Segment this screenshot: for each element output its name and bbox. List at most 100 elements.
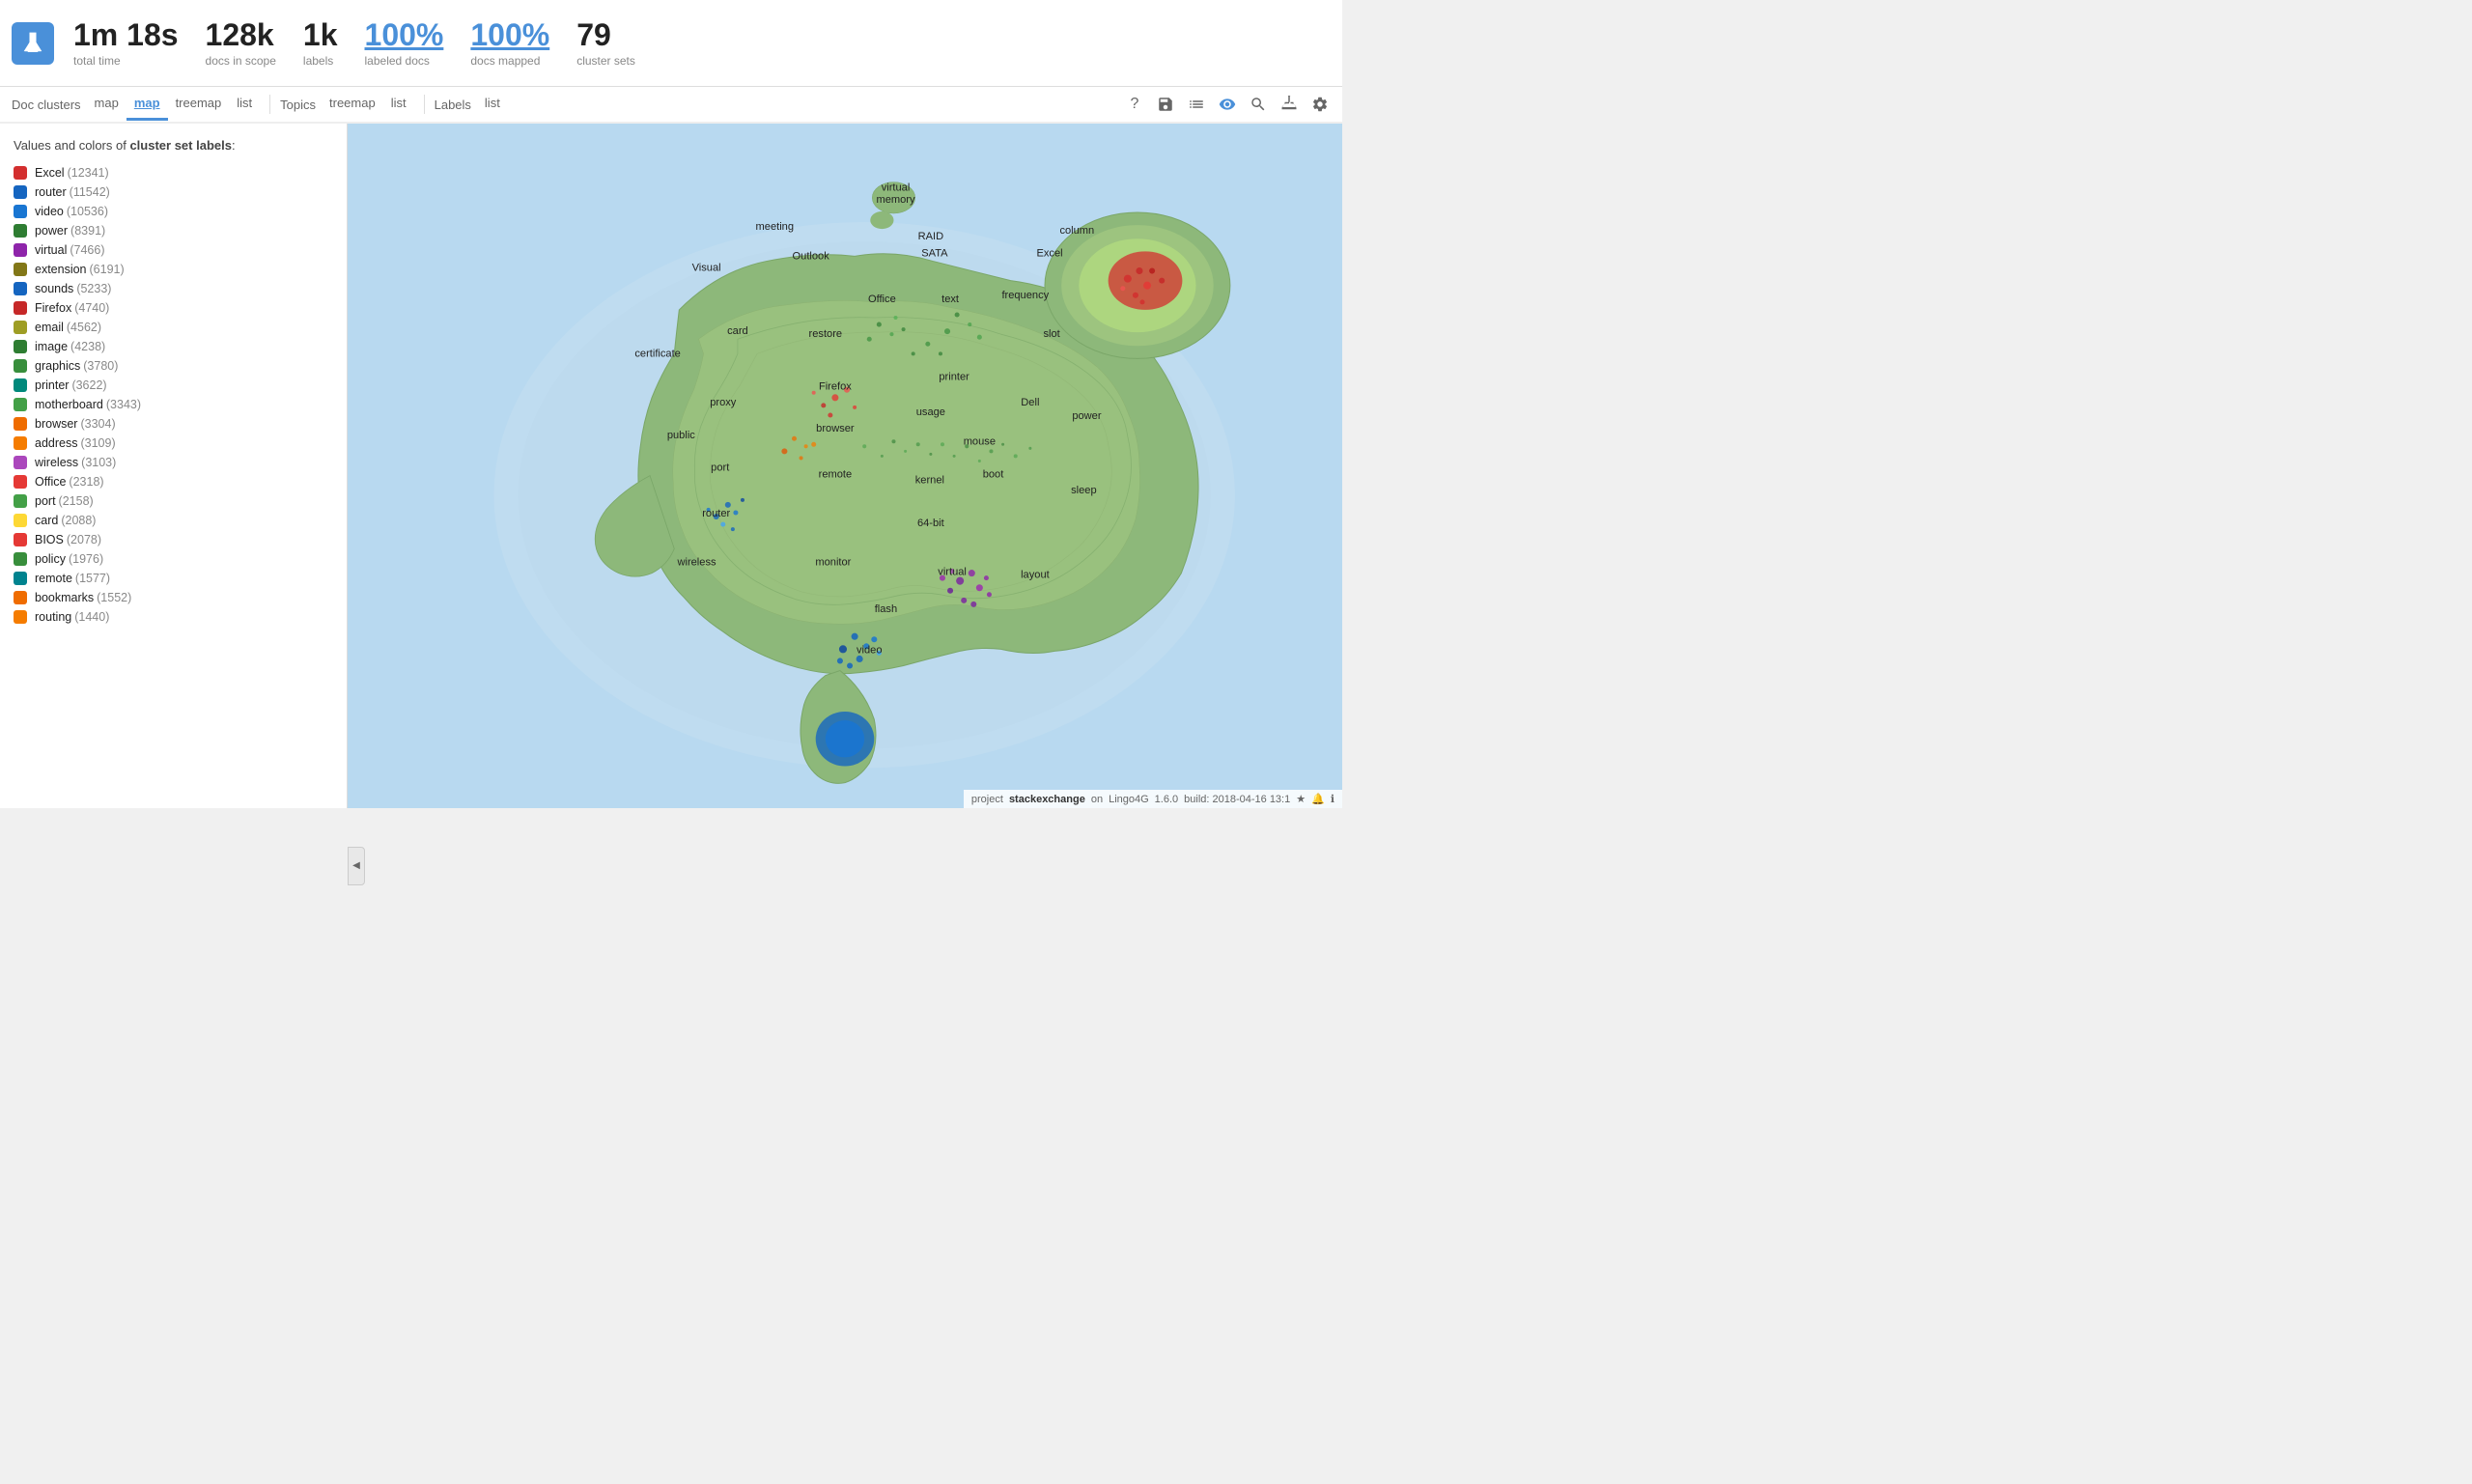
legend-item[interactable]: printer (3622): [14, 378, 337, 392]
map-area[interactable]: virtual memory meeting Outlook RAID SATA…: [348, 124, 1342, 808]
legend-item-count: (1440): [74, 610, 109, 624]
legend-item[interactable]: power (8391): [14, 224, 337, 238]
label-meeting: meeting: [756, 221, 794, 233]
legend-item[interactable]: card (2088): [14, 514, 337, 527]
label-card: card: [727, 325, 748, 337]
legend-item[interactable]: port (2158): [14, 494, 337, 508]
hand-icon[interactable]: [1278, 94, 1300, 115]
info-icon[interactable]: ℹ: [1331, 793, 1334, 805]
save-icon[interactable]: [1155, 94, 1176, 115]
tab-map-active[interactable]: map: [126, 88, 168, 121]
legend-item-name: card: [35, 514, 58, 527]
legend-item[interactable]: sounds (5233): [14, 282, 337, 295]
legend-item[interactable]: video (10536): [14, 205, 337, 218]
legend-item[interactable]: bookmarks (1552): [14, 591, 337, 604]
legend-item[interactable]: remote (1577): [14, 572, 337, 585]
legend-item-count: (10536): [67, 205, 108, 218]
stat-value: 128k: [206, 18, 274, 52]
legend-color-swatch: [14, 263, 27, 276]
toolbar: Doc clusters map map treemap list Topics…: [0, 87, 1342, 124]
status-bar: project stackexchange on Lingo4G 1.6.0 b…: [964, 790, 1342, 808]
label-router: router: [702, 508, 730, 519]
legend-item-count: (3103): [81, 456, 116, 469]
label-certificate: certificate: [634, 348, 680, 359]
legend-item-count: (8391): [70, 224, 105, 238]
stat-value: 1m 18s: [73, 18, 179, 52]
star-icon[interactable]: ★: [1296, 793, 1306, 805]
legend-item-name: Firefox: [35, 301, 71, 315]
stat-value: 100%: [365, 18, 444, 52]
sidebar-collapse-button[interactable]: ◀: [348, 847, 365, 885]
legend-item[interactable]: email (4562): [14, 321, 337, 334]
legend-item[interactable]: wireless (3103): [14, 456, 337, 469]
legend-item[interactable]: BIOS (2078): [14, 533, 337, 546]
legend-item-name: router: [35, 185, 67, 199]
settings-icon[interactable]: [1309, 94, 1331, 115]
label-port: port: [711, 462, 729, 474]
legend-color-swatch: [14, 378, 27, 392]
legend-item[interactable]: routing (1440): [14, 610, 337, 624]
stat-label: docs in scope: [206, 54, 276, 68]
stat-value: 1k: [303, 18, 338, 52]
legend-item[interactable]: extension (6191): [14, 263, 337, 276]
legend-item[interactable]: Office (2318): [14, 475, 337, 489]
bell-icon[interactable]: 🔔: [1311, 793, 1325, 805]
legend-item[interactable]: address (3109): [14, 436, 337, 450]
project-name: stackexchange: [1009, 794, 1085, 805]
legend-item[interactable]: motherboard (3343): [14, 398, 337, 411]
legend-item-name: browser: [35, 417, 77, 431]
label-layout: layout: [1021, 570, 1050, 581]
legend-item[interactable]: policy (1976): [14, 552, 337, 566]
label-text: text: [941, 294, 959, 305]
legend-item-count: (1976): [69, 552, 103, 566]
label-frequency: frequency: [1001, 290, 1049, 301]
legend-item-name: BIOS: [35, 533, 64, 546]
stat-value: 79: [576, 18, 611, 52]
label-virtual-memory2: memory: [876, 194, 915, 206]
tab-list-labels[interactable]: list: [477, 88, 508, 121]
label-power: power: [1072, 410, 1102, 422]
legend-color-swatch: [14, 533, 27, 546]
legend-color-swatch: [14, 205, 27, 218]
legend-item-count: (2318): [69, 475, 103, 489]
tab-list-topics[interactable]: list: [383, 88, 414, 121]
legend-color-swatch: [14, 610, 27, 624]
legend-item-count: (7466): [70, 243, 104, 257]
legend-item-name: printer: [35, 378, 69, 392]
list-view-icon[interactable]: [1186, 94, 1207, 115]
legend-item[interactable]: router (11542): [14, 185, 337, 199]
legend-item-count: (4238): [70, 340, 105, 353]
legend-item[interactable]: image (4238): [14, 340, 337, 353]
project-label: project: [971, 794, 1003, 805]
search-toolbar-icon[interactable]: [1248, 94, 1269, 115]
label-virtual-memory: virtual: [882, 182, 911, 194]
tab-map[interactable]: map: [87, 88, 126, 121]
help-icon[interactable]: ?: [1124, 94, 1145, 115]
map-visualization[interactable]: virtual memory meeting Outlook RAID SATA…: [348, 124, 1342, 808]
toolbar-right: ?: [1124, 94, 1331, 115]
legend-item[interactable]: Excel (12341): [14, 166, 337, 180]
label-kernel: kernel: [915, 475, 944, 487]
legend-color-swatch: [14, 494, 27, 508]
app-version: 1.6.0: [1155, 794, 1178, 805]
legend-color-swatch: [14, 456, 27, 469]
tab-list-doc[interactable]: list: [229, 88, 260, 121]
on-label: on: [1091, 794, 1103, 805]
legend-item[interactable]: virtual (7466): [14, 243, 337, 257]
sidebar[interactable]: Values and colors of cluster set labels:…: [0, 124, 348, 808]
legend-color-swatch: [14, 321, 27, 334]
tab-treemap-doc[interactable]: treemap: [168, 88, 230, 121]
label-remote: remote: [819, 469, 853, 481]
label-browser: browser: [816, 423, 855, 434]
legend-item[interactable]: browser (3304): [14, 417, 337, 431]
legend-item-count: (3622): [71, 378, 106, 392]
legend-color-swatch: [14, 417, 27, 431]
legend-item[interactable]: Firefox (4740): [14, 301, 337, 315]
eye-icon[interactable]: [1217, 94, 1238, 115]
legend-color-swatch: [14, 359, 27, 373]
legend-item[interactable]: graphics (3780): [14, 359, 337, 373]
tab-treemap-topics[interactable]: treemap: [322, 88, 383, 121]
stat-item: 1m 18stotal time: [73, 18, 179, 68]
label-slot: slot: [1043, 328, 1059, 340]
legend-color-swatch: [14, 301, 27, 315]
